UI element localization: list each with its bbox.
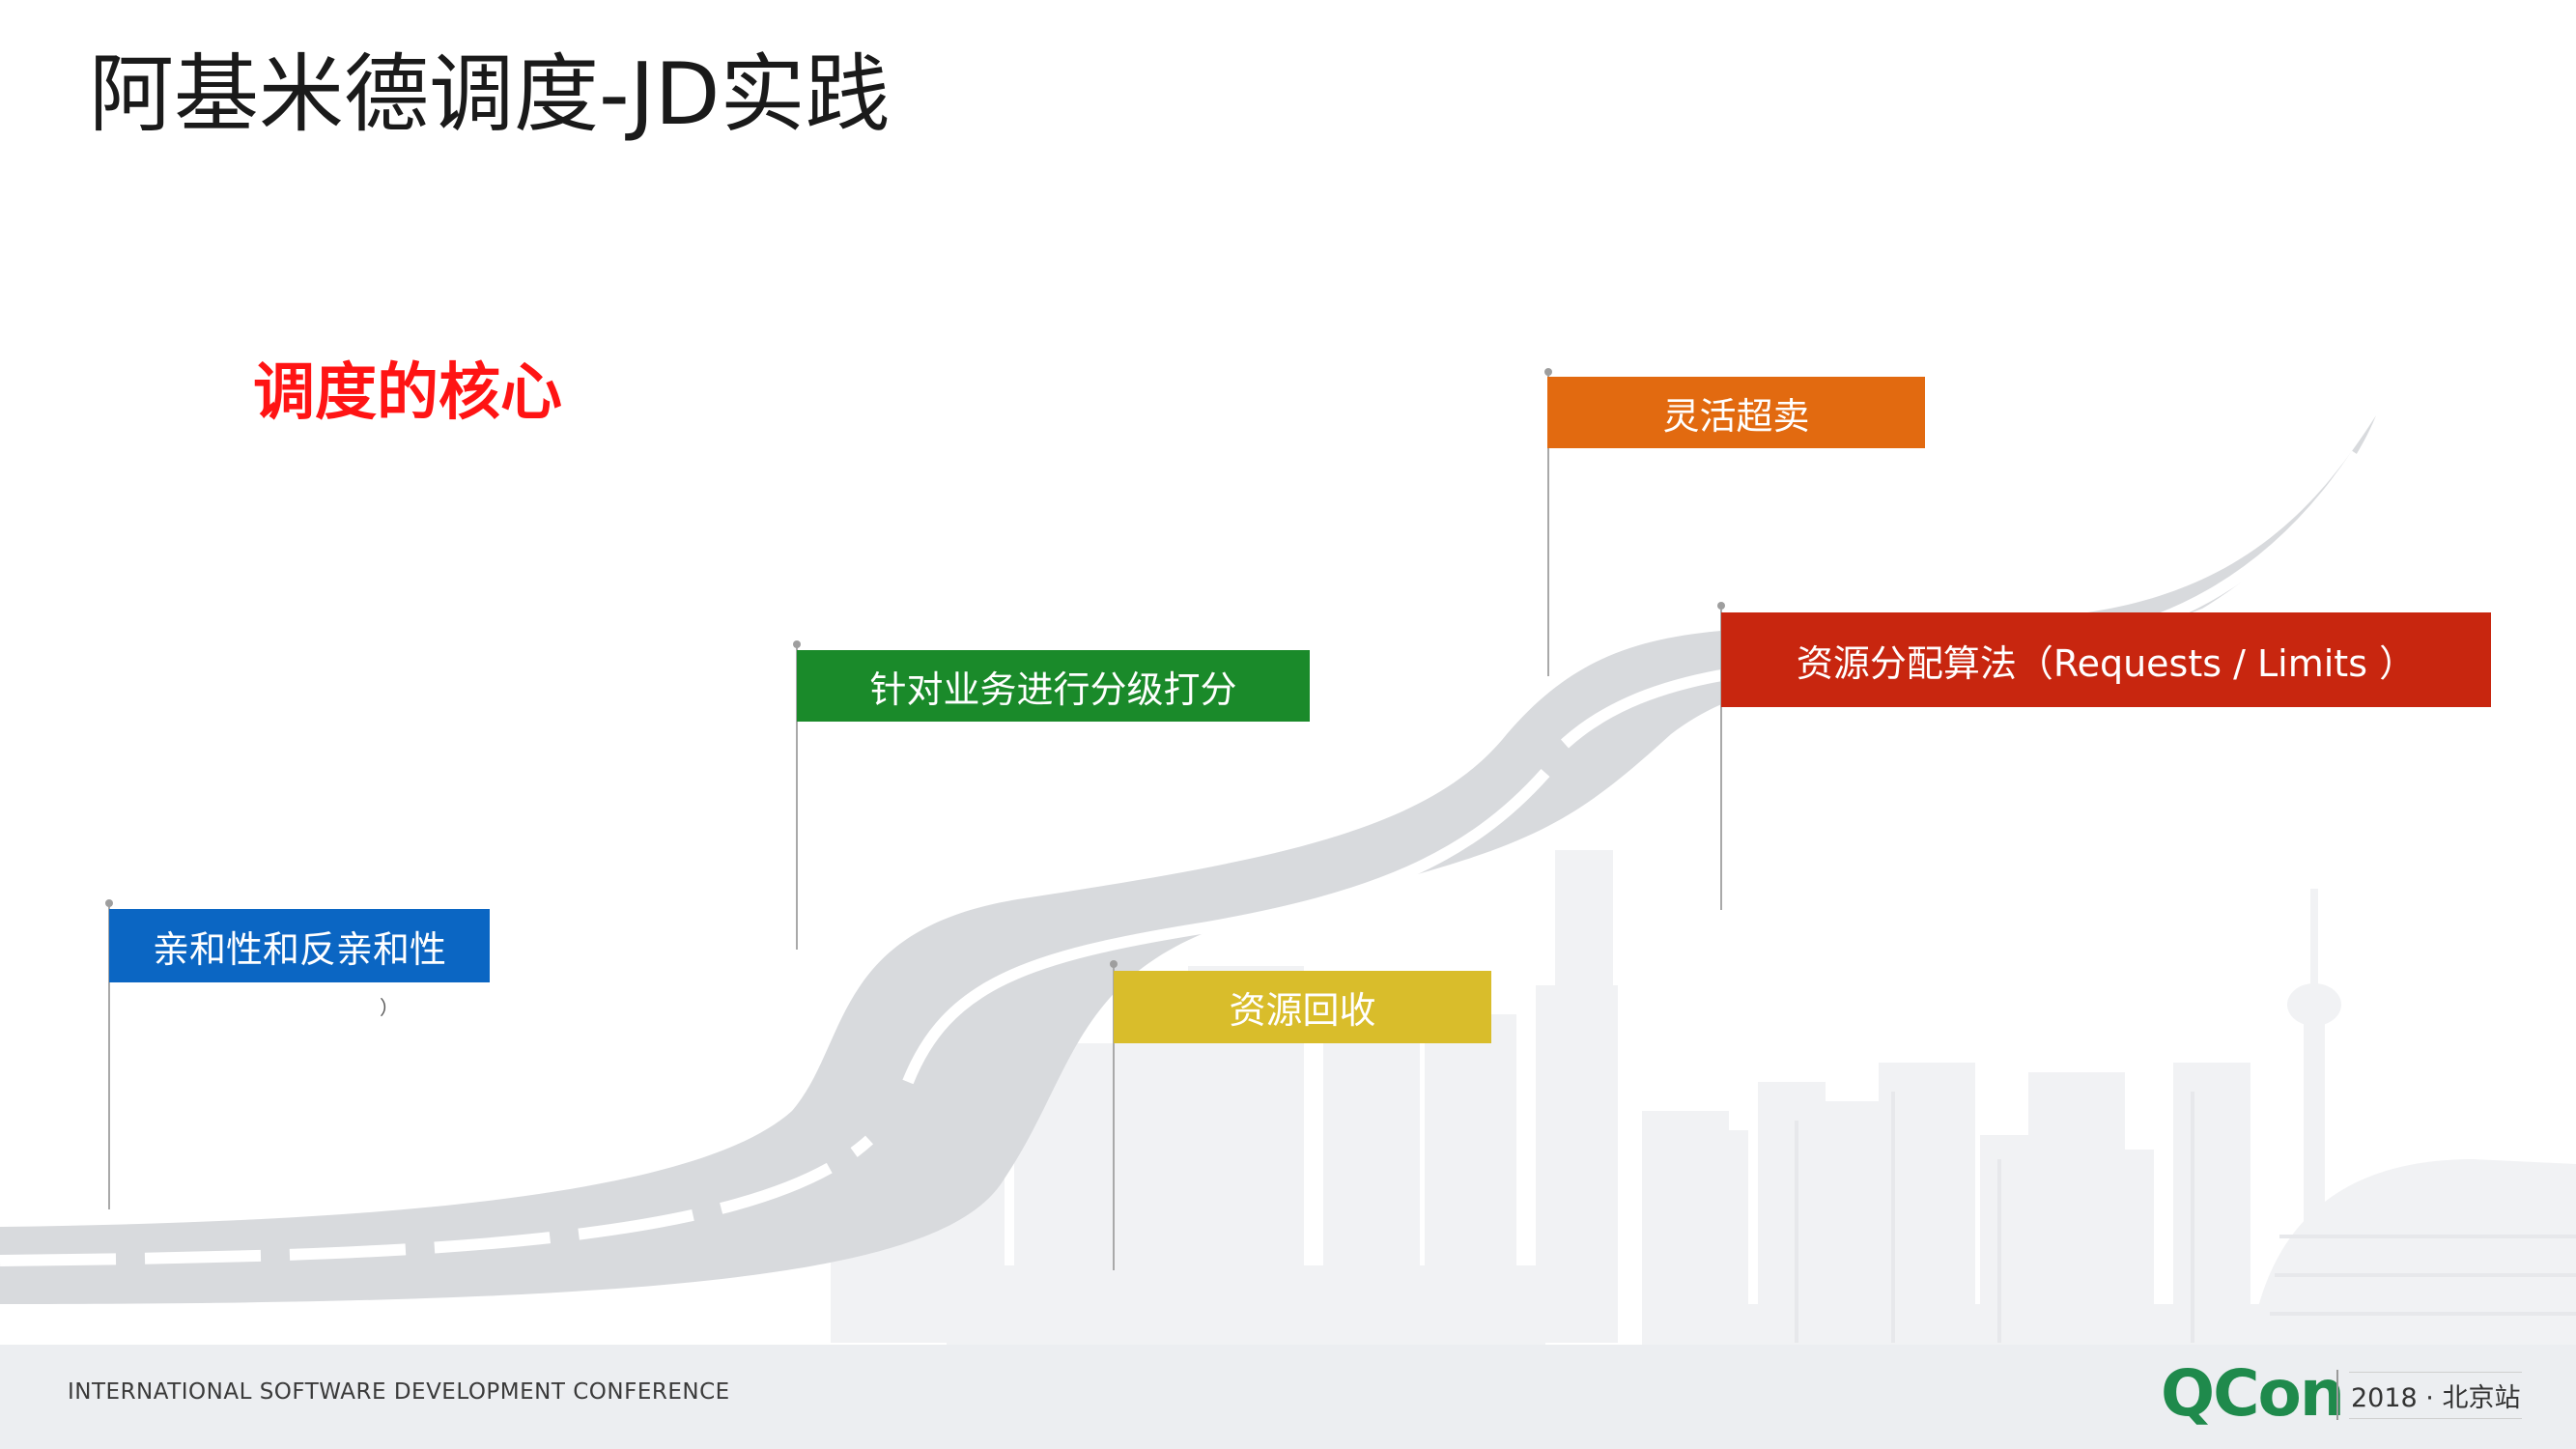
flag-reclaim: 资源回收 — [1114, 971, 1491, 1043]
flag-affinity: 亲和性和反亲和性 — [109, 909, 490, 982]
flag-grading-label: 针对业务进行分级打分 — [869, 668, 1237, 711]
flag-reclaim-label: 资源回收 — [1229, 989, 1376, 1032]
slide-title: 阿基米德调度-JD实践 — [89, 44, 891, 144]
flag-oversell: 灵活超卖 — [1547, 377, 1925, 448]
stray-bracket-glyph: ） — [380, 996, 399, 1019]
flag-affinity-label: 亲和性和反亲和性 — [152, 927, 446, 971]
flag-allocation-label: 资源分配算法（Requests / Limits ） — [1796, 641, 2417, 685]
road-and-skyline-illustration — [0, 368, 2576, 1449]
qcon-logo: QCon — [2161, 1356, 2345, 1431]
flag-allocation: 资源分配算法（Requests / Limits ） — [1721, 612, 2491, 707]
conference-name: INTERNATIONAL SOFTWARE DEVELOPMENT CONFE… — [68, 1379, 730, 1405]
event-edition: 2018 · 北京站 — [2349, 1372, 2523, 1419]
flag-oversell-label: 灵活超卖 — [1662, 394, 1810, 438]
flag-grading: 针对业务进行分级打分 — [797, 650, 1310, 722]
logo-divider — [2336, 1370, 2338, 1420]
section-subtitle: 调度的核心 — [253, 357, 562, 429]
